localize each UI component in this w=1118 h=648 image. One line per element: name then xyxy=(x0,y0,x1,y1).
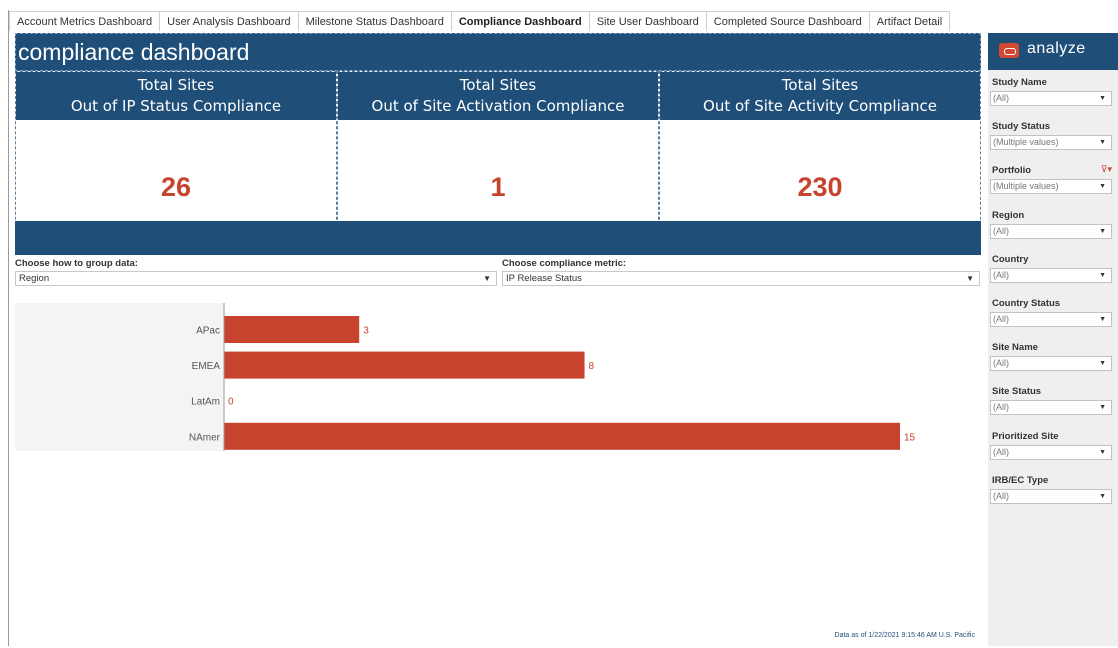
bar-chart: APac 3 EMEA 8 LatAm 0 NAmer 15 xyxy=(189,303,916,451)
bar[interactable] xyxy=(224,351,585,379)
category-label: EMEA xyxy=(192,361,221,372)
filter-value: (All) xyxy=(993,269,1009,280)
group-by-label: Choose how to group data: xyxy=(15,258,138,269)
filter-value: (All) xyxy=(993,446,1009,457)
filter-value: (All) xyxy=(993,314,1009,324)
analyze-logo-icon xyxy=(999,43,1019,58)
data-timestamp: Data as of 1/22/2021 9:15:46 AM U.S. Pac… xyxy=(834,632,975,639)
kpi-title: Total Sites xyxy=(781,76,859,94)
group-by-value: Region xyxy=(19,273,50,284)
filter-value: (All) xyxy=(993,402,1009,413)
left-border xyxy=(8,10,9,646)
kpi-subtitle: Out of Site Activation Compliance xyxy=(371,97,625,115)
chevron-down-icon: ▼ xyxy=(966,274,974,283)
filter-label: Study Name xyxy=(992,77,1047,88)
chevron-down-icon: ▼ xyxy=(1099,448,1106,456)
filter-label: Site Name xyxy=(992,342,1038,354)
filter-label: Region xyxy=(992,209,1025,221)
brand-header: analyze xyxy=(988,33,1118,70)
filter-select[interactable]: (All) ▼ xyxy=(990,444,1112,460)
metric-select[interactable]: IP Release Status ▼ xyxy=(502,271,980,286)
filter-value: (All) xyxy=(993,225,1009,236)
chevron-down-icon: ▼ xyxy=(1099,95,1106,102)
filter-value: (All) xyxy=(993,490,1009,501)
kpi-title: Total Sites xyxy=(459,76,537,94)
filter-select[interactable]: (All) ▼ xyxy=(990,356,1112,372)
tab-compliance[interactable]: Compliance Dashboard xyxy=(451,11,590,31)
chevron-down-icon: ▼ xyxy=(1099,139,1106,147)
filter-label: Prioritized Site xyxy=(992,430,1059,442)
filter-value: (All) xyxy=(993,93,1009,103)
category-label: NAmer xyxy=(189,432,221,443)
group-by-select[interactable]: Region ▼ xyxy=(15,271,497,286)
chevron-down-icon: ▼ xyxy=(483,274,491,283)
chevron-down-icon: ▼ xyxy=(1099,316,1106,323)
tab-milestone-status[interactable]: Milestone Status Dashboard xyxy=(298,11,452,31)
chevron-down-icon: ▼ xyxy=(1099,227,1106,235)
kpi-subtitle: Out of IP Status Compliance xyxy=(70,97,282,115)
filter-select[interactable]: (All) ▼ xyxy=(990,267,1112,283)
tab-user-analysis[interactable]: User Analysis Dashboard xyxy=(160,11,299,31)
chevron-down-icon: ▼ xyxy=(1099,404,1106,412)
filter-label: Country xyxy=(992,253,1029,265)
filter-value: (Multiple values) xyxy=(993,181,1059,192)
kpi-header: Total Sites Out of IP Status Compliance xyxy=(16,72,336,120)
filter-select[interactable]: (All) ▼ xyxy=(990,312,1112,327)
filter-sidebar: analyze Study Name (All) ▼ Study Status (Mul… xyxy=(988,33,1118,646)
filter-select[interactable]: (All) ▼ xyxy=(990,91,1112,106)
tab-bar: Account Metrics Dashboard User Analysis … xyxy=(9,11,951,31)
tab-artifact-detail[interactable]: Artifact Detail xyxy=(869,11,951,31)
bar[interactable] xyxy=(224,422,900,450)
divider-band xyxy=(15,221,981,255)
tab-account-metrics[interactable]: Account Metrics Dashboard xyxy=(9,11,161,31)
bar-value-label: 0 xyxy=(228,397,234,408)
metric-value: IP Release Status xyxy=(506,273,582,284)
filter-select[interactable]: (All) ▼ xyxy=(990,488,1112,504)
kpi-subtitle: Out of Site Activity Compliance xyxy=(703,97,937,115)
category-label: APac xyxy=(196,326,220,337)
title-bar: compliance dashboard xyxy=(15,33,981,71)
bar-value-label: 8 xyxy=(589,361,595,372)
filter-clear-icon[interactable]: ⊽▾ xyxy=(1101,164,1112,175)
filter-select[interactable]: (Multiple values) ▼ xyxy=(990,135,1112,151)
kpi-title: Total Sites xyxy=(137,76,215,94)
filter-label: Study Status xyxy=(992,121,1051,133)
chevron-down-icon: ▼ xyxy=(1099,492,1106,500)
metric-label: Choose compliance metric: xyxy=(502,258,627,269)
filter-select[interactable]: (All) ▼ xyxy=(990,223,1112,239)
chevron-down-icon: ▼ xyxy=(1099,183,1106,191)
filter-value: (All) xyxy=(993,358,1009,369)
filter-select[interactable]: (All) ▼ xyxy=(990,400,1112,416)
category-label: LatAm xyxy=(191,397,220,408)
brand-name: analyze xyxy=(1027,40,1086,57)
bar[interactable] xyxy=(224,316,360,343)
chevron-down-icon: ▼ xyxy=(1099,271,1106,279)
chevron-down-icon: ▼ xyxy=(1099,360,1106,368)
page-title: compliance dashboard xyxy=(18,39,250,65)
bar-value-label: 15 xyxy=(904,432,916,443)
filter-label: Portfolio xyxy=(992,165,1032,177)
app-window: Account Metrics Dashboard User Analysis … xyxy=(0,0,1118,646)
tab-site-user[interactable]: Site User Dashboard xyxy=(589,11,707,31)
tab-completed-source[interactable]: Completed Source Dashboard xyxy=(706,11,870,31)
kpi-header: Total Sites Out of Site Activity Complia… xyxy=(660,72,980,120)
filter-label: IRB/EC Type xyxy=(992,474,1049,486)
filter-label: Country Status xyxy=(992,298,1061,309)
filter-select[interactable]: (Multiple values) ▼ xyxy=(990,179,1112,195)
filter-value: (Multiple values) xyxy=(993,137,1059,148)
filter-label: Site Status xyxy=(992,386,1042,398)
bar-value-label: 3 xyxy=(363,326,369,337)
kpi-header: Total Sites Out of Site Activation Compl… xyxy=(338,72,658,120)
dashboard-main: compliance dashboard Total Sites Out of … xyxy=(15,33,981,648)
